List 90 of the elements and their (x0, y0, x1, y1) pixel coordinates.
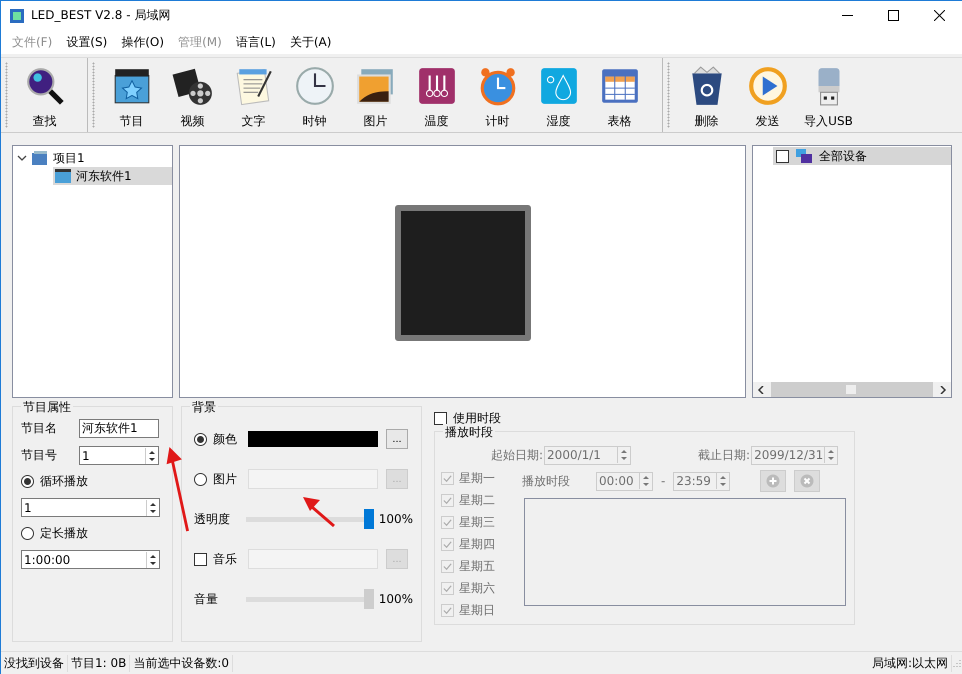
checkbox-label: 星期六 (459, 580, 495, 597)
toolbar-button[interactable]: 节目 (101, 58, 162, 132)
play-icon (746, 65, 788, 107)
status-text: 当前选中设备数:0 (130, 654, 234, 672)
field-label: 播放时段 (522, 472, 571, 490)
slider-label: 音量 (194, 590, 219, 608)
color-swatch[interactable] (248, 431, 378, 447)
checkbox-label: 使用时段 (453, 410, 501, 426)
status-text: 没找到设备 (1, 654, 68, 672)
group-title: 播放时段 (443, 424, 495, 441)
toolbar-button[interactable]: 导入USB (798, 58, 859, 132)
scrollbar-thumb[interactable] (846, 385, 856, 394)
toolbar-button[interactable]: 查找 (14, 58, 75, 132)
menu-item[interactable]: 设置(S) (59, 34, 114, 50)
status-text: 节目1: 0B (68, 654, 130, 672)
slider-thumb[interactable] (364, 509, 374, 529)
horizontal-scrollbar[interactable] (753, 382, 951, 397)
checkbox-label: 星期五 (459, 558, 495, 575)
field-label: 起始日期: (491, 446, 544, 464)
number-field[interactable]: 1 (79, 446, 159, 465)
name-field[interactable]: 河东软件1 (79, 419, 159, 438)
tree-item[interactable]: 项目1 (17, 149, 172, 167)
app-logo-icon (9, 8, 25, 24)
status-text: 局域网:以太网 (868, 654, 952, 672)
folder-icon (32, 151, 48, 165)
checkbox[interactable] (434, 412, 447, 425)
field-label: 节目号 (21, 447, 58, 464)
scroll-left-icon[interactable] (757, 386, 765, 394)
maximize-icon (888, 10, 898, 21)
radio-button[interactable] (21, 527, 34, 540)
menu-item[interactable]: 操作(O) (114, 34, 172, 50)
device-item[interactable]: 全部设备 (773, 147, 951, 165)
browse-button[interactable]: ... (386, 429, 408, 449)
close-icon (934, 10, 944, 21)
field-label: 截止日期: (698, 446, 750, 464)
group-title: 节目属性 (21, 399, 73, 416)
radio-button[interactable] (194, 432, 207, 446)
toolbar-button[interactable]: 时钟 (284, 58, 345, 132)
toolbar-button[interactable]: 温度 (406, 58, 467, 132)
radio-label: 图片 (213, 470, 238, 488)
toolbar-button[interactable]: 湿度 (528, 58, 589, 132)
toolbar-button[interactable]: 文字 (223, 58, 284, 132)
clock-icon (294, 65, 336, 107)
checkbox-label: 星期日 (459, 602, 495, 619)
checkbox-label: 星期二 (459, 492, 495, 509)
slider-label: 透明度 (194, 510, 231, 528)
radio-button[interactable] (21, 475, 34, 488)
menu-item[interactable]: 语言(L) (228, 34, 283, 50)
spin-arrows-icon[interactable] (146, 500, 159, 516)
slider-value: 100% (378, 592, 413, 606)
menu-item[interactable]: 关于(A) (282, 34, 338, 50)
slider-value: 100% (378, 512, 413, 526)
toolbar-button[interactable]: 图片 (345, 58, 406, 132)
time-field[interactable]: 00:00 (596, 472, 653, 490)
window-title: LED_BEST V2.8 - 局域网 (31, 7, 170, 24)
group-title: 背景 (190, 399, 218, 416)
scroll-right-icon[interactable] (939, 386, 947, 394)
toolbar-button[interactable]: 视频 (162, 58, 223, 132)
toolbar-button[interactable]: 计时 (467, 58, 528, 132)
toolbar-button[interactable]: 发送 (737, 58, 798, 132)
clapperboard-icon (55, 169, 71, 183)
toolbar-button[interactable]: 表格 (589, 58, 650, 132)
number-field[interactable]: 1 (21, 498, 160, 517)
checkbox[interactable] (194, 552, 207, 566)
checkbox-label: 星期四 (459, 536, 495, 553)
resize-grip-icon[interactable] (952, 658, 962, 668)
time-field[interactable]: 23:59 (673, 472, 730, 490)
radio-button[interactable] (194, 472, 207, 486)
toolbar-button[interactable]: 删除 (676, 58, 737, 132)
date-field[interactable]: 2099/12/31 (751, 446, 838, 464)
date-field[interactable]: 2000/1/1 (544, 446, 632, 464)
radio-label: 颜色 (213, 430, 238, 448)
number-field[interactable]: 1:00:00 (21, 550, 160, 569)
period-list[interactable] (524, 498, 846, 606)
radio-label: 循环播放 (40, 473, 88, 490)
checkbox-label: 音乐 (213, 550, 238, 568)
tree-item[interactable]: 河东软件1 (53, 167, 172, 185)
radio-label: 定长播放 (40, 525, 88, 542)
checkbox[interactable] (776, 150, 789, 162)
close-icon (800, 474, 814, 488)
spin-arrows-icon[interactable] (146, 552, 159, 568)
range-dash: - (661, 474, 666, 488)
spin-arrows-icon[interactable] (145, 448, 158, 464)
caret-icon[interactable] (17, 153, 27, 163)
field-label: 节目名 (21, 420, 58, 437)
plus-icon (766, 474, 780, 488)
annotation-arrow (303, 495, 337, 529)
checkbox-label: 星期三 (459, 514, 495, 531)
monitors-icon (796, 149, 812, 163)
checkbox-label: 星期一 (459, 470, 495, 487)
